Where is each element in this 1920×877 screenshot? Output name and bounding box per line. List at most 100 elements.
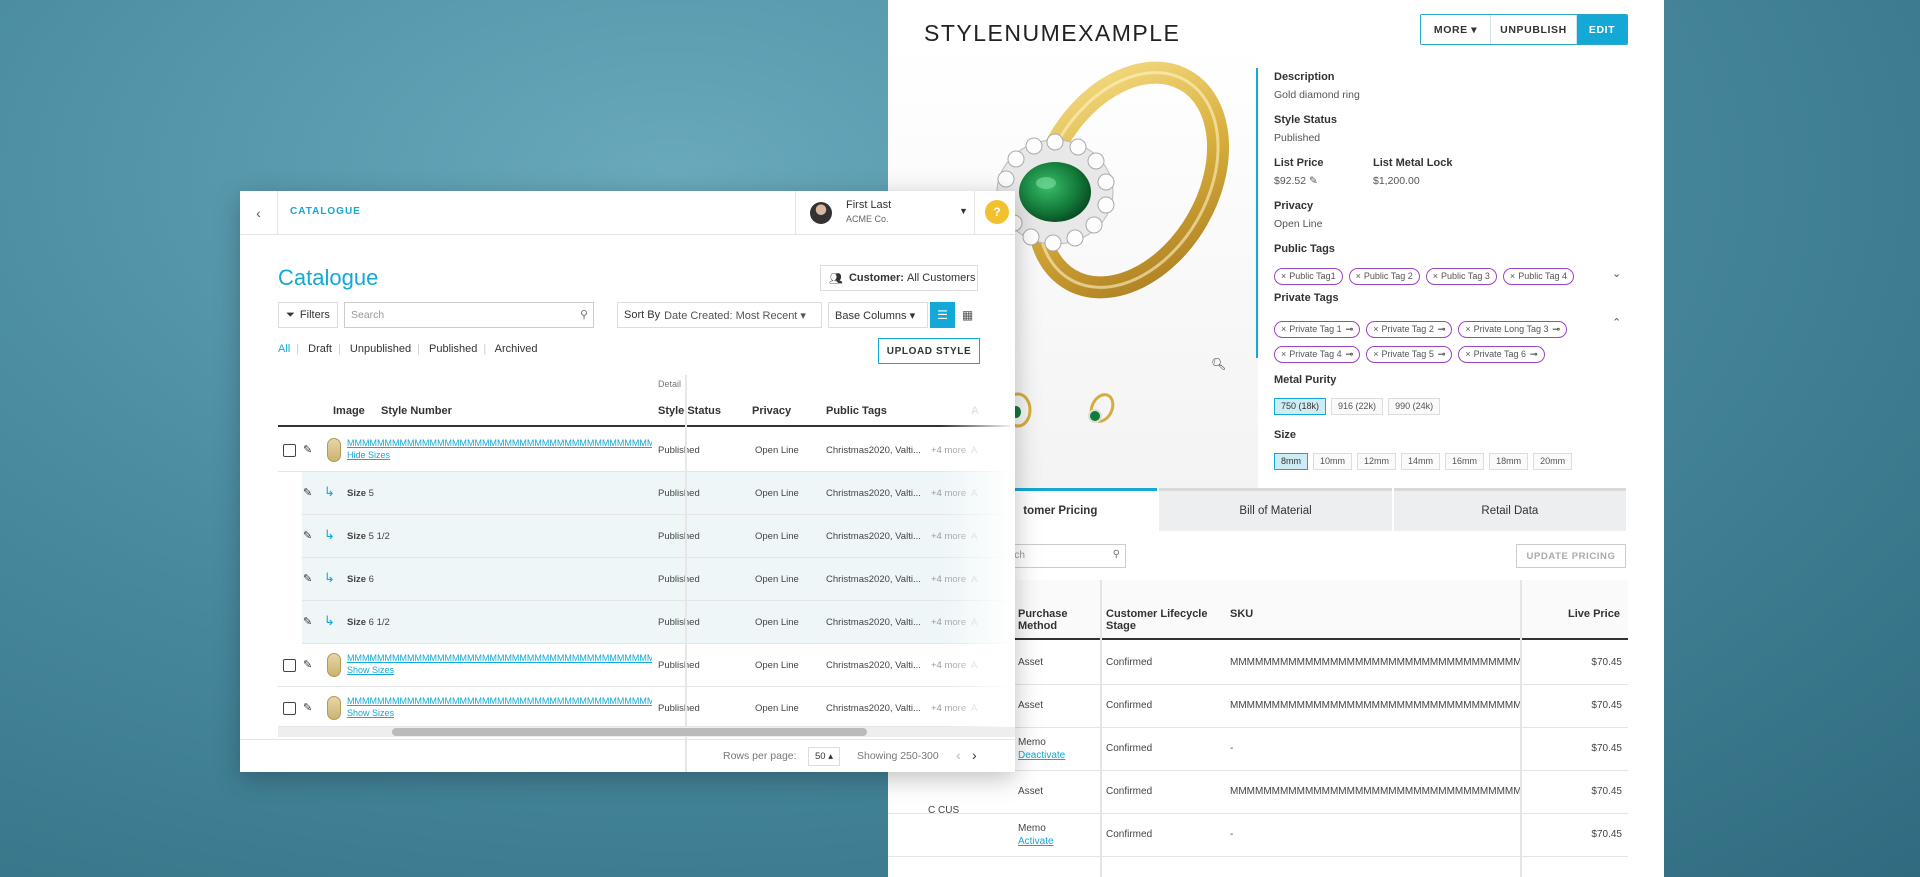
row-checkbox[interactable] [283, 444, 296, 457]
tab-archived[interactable]: Archived [495, 343, 538, 355]
public-tag[interactable]: × Public Tag 2 [1348, 267, 1420, 285]
size-option[interactable]: 20mm [1533, 453, 1573, 470]
tab-published[interactable]: Published [429, 343, 477, 355]
private-tag[interactable]: × Private Tag 4 ⊸ [1274, 346, 1361, 363]
style-status-column-header[interactable]: Style Status [658, 405, 721, 417]
filter-icon: ⏷︎ [286, 308, 295, 321]
tab-draft[interactable]: Draft [308, 343, 332, 355]
scrollbar-thumb[interactable] [392, 728, 867, 736]
more-button[interactable]: MORE ▾ [1421, 15, 1491, 44]
style-number-column-header[interactable]: Style Number [381, 405, 452, 417]
size-option[interactable]: 14mm [1401, 453, 1441, 470]
size-option[interactable]: 16mm [1445, 453, 1485, 470]
size-row[interactable]: ✎ ↳ Size 5 1/2 Published Open Line Chris… [302, 515, 1015, 558]
row-checkbox[interactable] [283, 702, 296, 715]
metal-purity-option[interactable]: 750 (18k) [1274, 398, 1327, 415]
style-number-link[interactable]: MMMMMMMMMMMMMMMMMMMMMMMMMMMMMMMMMMMMMMMM… [347, 438, 652, 448]
private-tag[interactable]: × Private Long Tag 3 ⊸ [1458, 321, 1568, 338]
size-row[interactable]: ✎ ↳ Size 6 1/2 Published Open Line Chris… [302, 601, 1015, 644]
pricing-search-input[interactable]: rch ⚲ [1004, 544, 1126, 568]
size-row[interactable]: ✎ ↳ Size 6 Published Open Line Christmas… [302, 558, 1015, 601]
help-button[interactable]: ? [985, 200, 1009, 224]
edit-row-icon[interactable]: ✎ [303, 443, 312, 456]
deactivate-link[interactable]: Deactivate [1018, 750, 1065, 761]
list-price-value: $92.52 ✎ [1274, 175, 1318, 187]
public-tag[interactable]: × Public Tag 3 [1425, 267, 1497, 285]
style-action-buttons: MORE ▾ UNPUBLISH EDIT [1420, 14, 1628, 45]
privacy-column-header[interactable]: Privacy [752, 405, 791, 417]
show-sizes-link[interactable]: Show Sizes [347, 708, 394, 718]
style-number-link[interactable]: MMMMMMMMMMMMMMMMMMMMMMMMMMMMMMMMMMMMMMMM… [347, 653, 652, 663]
metal-purity-option[interactable]: 990 (24k) [1388, 398, 1441, 415]
remove-tag-icon: × [1373, 349, 1379, 359]
filters-button[interactable]: ⏷︎ Filters [278, 302, 338, 328]
key-icon: ⊸ [1345, 349, 1354, 359]
search-input[interactable]: Search ⚲ [344, 302, 594, 328]
table-row[interactable]: ✎ MMMMMMMMMMMMMMMMMMMMMMMMMMMMMMMMMMMMMM… [278, 644, 1015, 687]
public-tag[interactable]: × Public Tag 4 [1502, 267, 1575, 285]
customer-group-label: C CUS [928, 805, 960, 816]
update-pricing-button[interactable]: UPDATE PRICING [1516, 544, 1626, 568]
prev-page-icon[interactable]: ‹ [956, 747, 961, 763]
tab-bill-of-material[interactable]: Bill of Material [1159, 488, 1392, 531]
remove-tag-icon: × [1465, 349, 1471, 359]
next-page-icon[interactable]: › [972, 747, 977, 763]
rows-per-page-select[interactable]: 50 ▴ [808, 747, 840, 766]
image-thumbnail-2[interactable] [1078, 390, 1118, 430]
remove-tag-icon: × [1509, 271, 1516, 281]
list-view-icon[interactable]: ☰ [930, 302, 955, 328]
metal-purity-option[interactable]: 916 (22k) [1331, 398, 1384, 415]
back-button[interactable]: ‹ [240, 191, 278, 235]
size-option[interactable]: 8mm [1274, 453, 1308, 470]
list-metal-lock-label: List Metal Lock [1373, 157, 1453, 169]
tab-retail-data[interactable]: Retail Data [1393, 488, 1626, 531]
private-tag[interactable]: × Private Tag 2 ⊸ [1366, 321, 1453, 338]
private-tag[interactable]: × Private Tag 5 ⊸ [1366, 346, 1453, 363]
grid-view-icon[interactable]: ▦ [955, 302, 980, 328]
customer-selector[interactable]: 👥︎ Customer: All Customers [820, 265, 978, 291]
upload-style-button[interactable]: UPLOAD STYLE [878, 338, 980, 364]
live-price-header: Live Price [1568, 608, 1620, 620]
public-tags-label: Public Tags [1274, 243, 1335, 255]
privacy-label: Privacy [1274, 200, 1314, 212]
detail-group-label: Detail [658, 379, 682, 389]
edit-row-icon[interactable]: ✎ [303, 615, 312, 628]
frozen-column-divider [685, 375, 687, 772]
tab-all[interactable]: All [278, 343, 290, 355]
edit-price-icon[interactable]: ✎ [1309, 175, 1318, 187]
edit-row-icon[interactable]: ✎ [303, 572, 312, 585]
private-tag[interactable]: × Private Tag 1 ⊸ [1274, 321, 1361, 338]
breadcrumb[interactable]: CATALOGUE [290, 206, 361, 217]
table-row[interactable]: ✎ MMMMMMMMMMMMMMMMMMMMMMMMMMMMMMMMMMMMMM… [278, 687, 1015, 727]
size-row[interactable]: ✎ ↳ Size 5 Published Open Line Christmas… [302, 472, 1015, 515]
zoom-icon[interactable]: 🔍︎ [1211, 357, 1226, 371]
row-checkbox[interactable] [283, 659, 296, 672]
sort-dropdown[interactable]: Sort By Date Created: Most Recent ▾ [617, 302, 822, 328]
size-option[interactable]: 18mm [1489, 453, 1529, 470]
public-tags-column-header[interactable]: Public Tags [826, 405, 887, 417]
columns-dropdown[interactable]: Base Columns ▾ [828, 302, 928, 328]
table-row[interactable]: ✎ MMMMMMMMMMMMMMMMMMMMMMMMMMMMMMMMMMMMMM… [278, 429, 1015, 472]
image-column-header: Image [333, 405, 365, 417]
size-option[interactable]: 10mm [1313, 453, 1353, 470]
edit-row-icon[interactable]: ✎ [303, 486, 312, 499]
edit-row-icon[interactable]: ✎ [303, 658, 312, 671]
user-menu[interactable]: First Last ACME Co. ▼ [795, 191, 975, 235]
activate-link[interactable]: Activate [1018, 836, 1054, 847]
expand-public-tags-icon[interactable]: ⌄ [1612, 267, 1621, 280]
remove-tag-icon: × [1281, 349, 1287, 359]
tab-unpublished[interactable]: Unpublished [350, 343, 411, 355]
private-tag[interactable]: × Private Tag 6 ⊸ [1458, 346, 1545, 363]
show-sizes-link[interactable]: Show Sizes [347, 665, 394, 675]
unpublish-button[interactable]: UNPUBLISH [1491, 15, 1577, 44]
style-number-link[interactable]: MMMMMMMMMMMMMMMMMMMMMMMMMMMMMMMMMMMMMMMM… [347, 696, 652, 706]
horizontal-scrollbar[interactable] [278, 727, 1015, 737]
edit-button[interactable]: EDIT [1577, 15, 1627, 44]
edit-row-icon[interactable]: ✎ [303, 701, 312, 714]
sub-item-arrow-icon: ↳ [324, 484, 335, 499]
edit-row-icon[interactable]: ✎ [303, 529, 312, 542]
size-option[interactable]: 12mm [1357, 453, 1397, 470]
collapse-private-tags-icon[interactable]: ⌃ [1612, 316, 1621, 329]
hide-sizes-link[interactable]: Hide Sizes [347, 450, 390, 460]
public-tag[interactable]: × Public Tag1 [1274, 267, 1343, 285]
